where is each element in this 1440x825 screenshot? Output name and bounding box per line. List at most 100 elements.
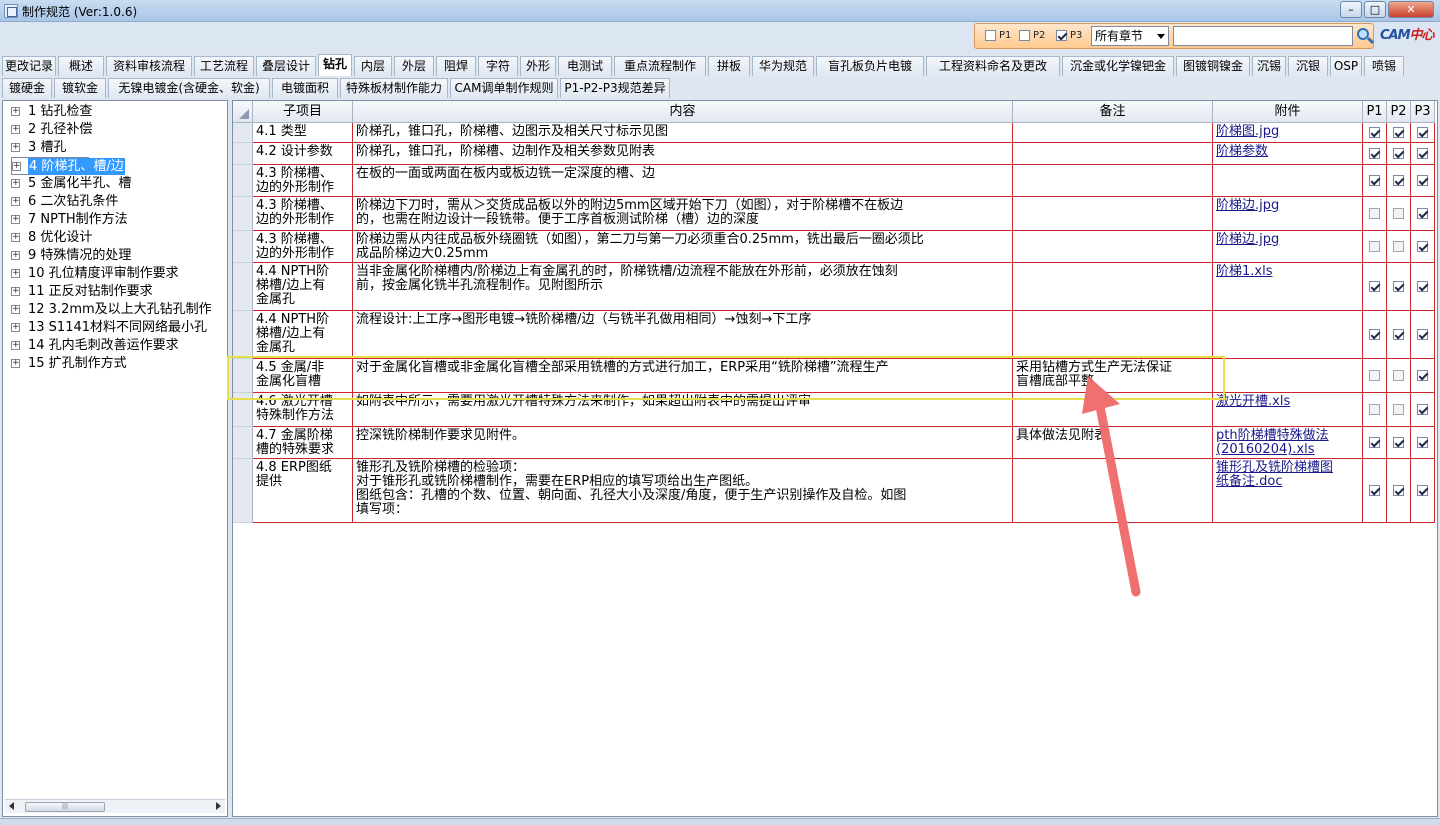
attachment-link[interactable]: pth阶梯槽特殊做法 (20160204).xls [1213, 427, 1363, 459]
p2-row-checkbox[interactable] [1392, 174, 1404, 186]
tab-8[interactable]: 外层 [394, 56, 434, 76]
row-selector[interactable] [233, 459, 253, 523]
tab-10[interactable]: 字符 [478, 56, 518, 76]
column-header[interactable]: P1 [1363, 101, 1387, 123]
close-button[interactable]: ✕ [1388, 1, 1434, 18]
expand-icon[interactable]: + [11, 215, 20, 224]
row-selector[interactable] [233, 197, 253, 231]
tab-1[interactable]: 镀硬金 [2, 78, 52, 98]
expand-icon[interactable]: + [11, 107, 20, 116]
attachment-link[interactable]: 激光开槽.xls [1213, 393, 1363, 427]
chapter-select[interactable]: 所有章节 [1091, 26, 1169, 46]
expand-icon[interactable]: + [11, 341, 20, 350]
column-header[interactable]: P2 [1387, 101, 1411, 123]
attachment-link[interactable] [1213, 311, 1363, 359]
expand-icon[interactable]: + [11, 179, 20, 188]
p1-row-checkbox[interactable] [1368, 240, 1380, 252]
tab-6[interactable]: CAM调单制作规则 [450, 78, 558, 98]
p2-row-checkbox[interactable] [1392, 436, 1404, 448]
row-selector[interactable] [233, 311, 253, 359]
scroll-left-icon[interactable] [9, 802, 14, 810]
attachment-link[interactable] [1213, 165, 1363, 197]
tab-21[interactable]: 沉银 [1288, 56, 1328, 76]
p1-row-checkbox[interactable] [1368, 328, 1380, 340]
expand-icon[interactable]: + [11, 269, 20, 278]
attachment-link[interactable] [1213, 359, 1363, 393]
column-header[interactable]: 子项目 [253, 101, 353, 123]
p1-row-checkbox[interactable] [1368, 436, 1380, 448]
tab-7[interactable]: P1-P2-P3规范差异 [560, 78, 670, 98]
column-header[interactable]: P3 [1411, 101, 1435, 123]
attachment-link[interactable]: 阶梯1.xls [1213, 263, 1363, 311]
p1-row-checkbox[interactable] [1368, 484, 1380, 496]
expand-icon[interactable]: + [11, 305, 20, 314]
tab-1[interactable]: 更改记录 [2, 56, 56, 76]
p1-checkbox[interactable] [985, 30, 996, 41]
row-selector[interactable] [233, 427, 253, 459]
tab-4[interactable]: 电镀面积 [272, 78, 338, 98]
tab-5[interactable]: 特殊板材制作能力 [340, 78, 448, 98]
p1-row-checkbox[interactable] [1368, 126, 1380, 138]
attachment-link[interactable]: 锥形孔及铣阶梯槽图 纸备注.doc [1213, 459, 1363, 523]
p2-row-checkbox[interactable] [1392, 369, 1404, 381]
scrollbar-thumb[interactable]: ||| [25, 802, 105, 812]
p3-row-checkbox[interactable] [1416, 328, 1428, 340]
scroll-right-icon[interactable] [216, 802, 221, 810]
p2-row-checkbox[interactable] [1392, 240, 1404, 252]
p1-row-checkbox[interactable] [1368, 280, 1380, 292]
row-selector[interactable] [233, 123, 253, 143]
column-header[interactable]: 附件 [1213, 101, 1363, 123]
attachment-link[interactable]: 阶梯边.jpg [1213, 197, 1363, 231]
p1-row-checkbox[interactable] [1368, 147, 1380, 159]
tab-3[interactable]: 无镍电镀金(含硬金、软金) [108, 78, 270, 98]
tab-6[interactable]: 钻孔 [318, 54, 352, 76]
tab-19[interactable]: 图镀铜镍金 [1176, 56, 1250, 76]
tab-9[interactable]: 阻焊 [436, 56, 476, 76]
expand-icon[interactable]: + [11, 323, 20, 332]
row-selector[interactable] [233, 263, 253, 311]
attachment-link[interactable]: 阶梯参数 [1213, 143, 1363, 165]
column-header[interactable]: 备注 [1013, 101, 1213, 123]
tab-11[interactable]: 外形 [520, 56, 556, 76]
tree-horizontal-scrollbar[interactable]: ||| [5, 799, 225, 813]
search-input[interactable] [1173, 26, 1353, 46]
search-button[interactable] [1355, 26, 1375, 46]
p1-row-checkbox[interactable] [1368, 174, 1380, 186]
attachment-link[interactable]: 阶梯边.jpg [1213, 231, 1363, 263]
tab-18[interactable]: 沉金或化学镍钯金 [1062, 56, 1174, 76]
p3-row-checkbox[interactable] [1416, 484, 1428, 496]
p2-row-checkbox[interactable] [1392, 207, 1404, 219]
expand-icon[interactable]: + [12, 162, 21, 171]
tab-5[interactable]: 叠层设计 [256, 56, 316, 76]
p3-row-checkbox[interactable] [1416, 147, 1428, 159]
p2-row-checkbox[interactable] [1392, 484, 1404, 496]
row-selector[interactable] [233, 165, 253, 197]
p3-row-checkbox[interactable] [1416, 207, 1428, 219]
tab-15[interactable]: 华为规范 [752, 56, 814, 76]
p2-row-checkbox[interactable] [1392, 403, 1404, 415]
p2-checkbox[interactable] [1019, 30, 1030, 41]
p3-row-checkbox[interactable] [1416, 126, 1428, 138]
expand-icon[interactable]: + [11, 197, 20, 206]
row-selector[interactable] [233, 143, 253, 165]
p3-row-checkbox[interactable] [1416, 369, 1428, 381]
p1-row-checkbox[interactable] [1368, 403, 1380, 415]
maximize-button[interactable]: □ [1364, 1, 1386, 18]
tab-14[interactable]: 拼板 [708, 56, 750, 76]
expand-icon[interactable]: + [11, 125, 20, 134]
tab-23[interactable]: 喷锡 [1364, 56, 1404, 76]
expand-icon[interactable]: + [11, 251, 20, 260]
p3-row-checkbox[interactable] [1416, 280, 1428, 292]
p1-row-checkbox[interactable] [1368, 207, 1380, 219]
tab-2[interactable]: 概述 [58, 56, 104, 76]
expand-icon[interactable]: + [11, 233, 20, 242]
p1-row-checkbox[interactable] [1368, 369, 1380, 381]
expand-icon[interactable]: + [11, 359, 20, 368]
tab-7[interactable]: 内层 [354, 56, 392, 76]
p3-row-checkbox[interactable] [1416, 240, 1428, 252]
tab-2[interactable]: 镀软金 [54, 78, 106, 98]
p3-checkbox[interactable] [1056, 30, 1067, 41]
expand-icon[interactable]: + [11, 287, 20, 296]
p3-row-checkbox[interactable] [1416, 174, 1428, 186]
p2-row-checkbox[interactable] [1392, 147, 1404, 159]
